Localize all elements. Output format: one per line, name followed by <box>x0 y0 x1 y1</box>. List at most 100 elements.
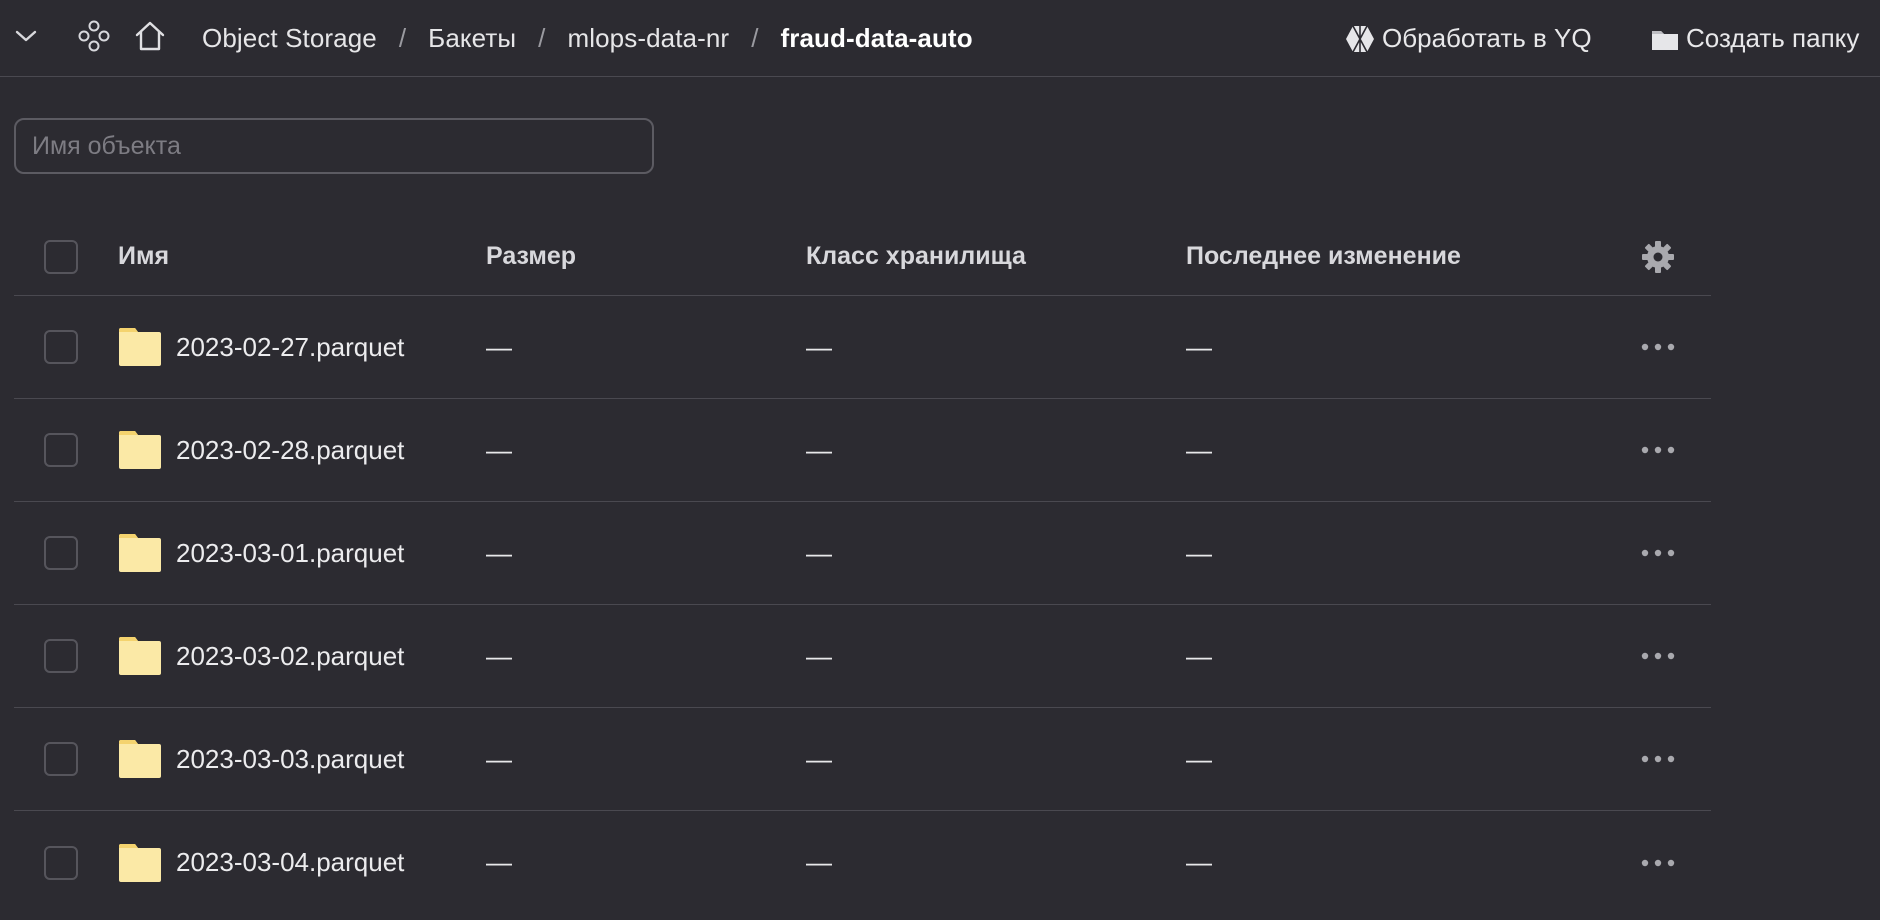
row-checkbox[interactable] <box>44 433 78 467</box>
row-storage-class-value: — <box>806 847 832 877</box>
folder-icon <box>118 430 162 470</box>
row-storage-class: — <box>806 502 832 604</box>
row-size: — <box>486 605 512 707</box>
row-name[interactable]: 2023-03-01.parquet <box>176 538 404 569</box>
gear-icon[interactable] <box>1641 240 1675 274</box>
select-all-checkbox[interactable] <box>44 239 78 274</box>
row-modified: — <box>1186 399 1212 501</box>
folder-icon <box>118 636 162 676</box>
table-row[interactable]: 2023-02-28.parquet — — — <box>14 399 1711 502</box>
row-checkbox[interactable] <box>44 536 78 570</box>
row-modified: — <box>1186 502 1212 604</box>
row-storage-class: — <box>806 811 832 914</box>
row-name-cell[interactable]: 2023-03-03.parquet <box>118 708 404 810</box>
services-icon <box>77 19 111 58</box>
folder-icon <box>118 327 162 367</box>
row-name-cell[interactable]: 2023-03-04.parquet <box>118 811 404 914</box>
table-row[interactable]: 2023-02-27.parquet — — — <box>14 296 1711 399</box>
row-name[interactable]: 2023-03-03.parquet <box>176 744 404 775</box>
row-name[interactable]: 2023-02-27.parquet <box>176 332 404 363</box>
breadcrumb-separator: / <box>751 23 759 53</box>
services-button[interactable] <box>74 0 114 77</box>
breadcrumb-object-storage[interactable]: Object Storage <box>202 23 377 54</box>
home-icon <box>133 19 167 58</box>
row-size-value: — <box>486 537 512 568</box>
more-horizontal-icon[interactable] <box>1641 859 1675 867</box>
row-storage-class: — <box>806 399 832 501</box>
row-name-cell[interactable]: 2023-03-01.parquet <box>118 502 404 604</box>
breadcrumb-bucket[interactable]: mlops-data-nr <box>567 23 729 54</box>
row-modified-value: — <box>1186 743 1212 774</box>
row-modified-value: — <box>1186 434 1212 465</box>
row-checkbox-cell <box>44 708 78 810</box>
objects-table: Имя Размер Класс хранилища Последнее изм… <box>14 218 1711 914</box>
row-size: — <box>486 296 512 398</box>
row-size-value: — <box>486 743 512 774</box>
row-checkbox-cell <box>44 811 78 914</box>
row-size-value: — <box>486 434 512 465</box>
row-checkbox-cell <box>44 502 78 604</box>
row-name-cell[interactable]: 2023-03-02.parquet <box>118 605 404 707</box>
row-size: — <box>486 811 512 914</box>
table-row[interactable]: 2023-03-03.parquet — — — <box>14 708 1711 811</box>
more-horizontal-icon[interactable] <box>1641 549 1675 557</box>
row-modified-value: — <box>1186 331 1212 362</box>
row-name[interactable]: 2023-03-04.parquet <box>176 847 404 878</box>
yq-icon <box>1344 24 1376 54</box>
row-checkbox-cell <box>44 296 78 398</box>
row-checkbox[interactable] <box>44 742 78 776</box>
row-size-value: — <box>486 331 512 362</box>
create-folder-label: Создать папку <box>1686 23 1860 53</box>
row-name[interactable]: 2023-03-02.parquet <box>176 641 404 672</box>
row-menu-cell <box>1628 399 1688 501</box>
row-storage-class: — <box>806 605 832 707</box>
table-settings-cell <box>1628 218 1688 295</box>
row-menu-cell <box>1628 296 1688 398</box>
chevron-down-icon <box>15 29 37 48</box>
row-modified: — <box>1186 605 1212 707</box>
process-in-yq-button[interactable]: Обработать в YQ <box>1344 0 1592 77</box>
breadcrumb: Object Storage / Бакеты / mlops-data-nr … <box>202 0 973 77</box>
home-button[interactable] <box>130 0 170 77</box>
row-name-cell[interactable]: 2023-02-27.parquet <box>118 296 404 398</box>
folder-icon <box>118 843 162 883</box>
collapse-button[interactable] <box>8 0 44 77</box>
table-row[interactable]: 2023-03-02.parquet — — — <box>14 605 1711 708</box>
more-horizontal-icon[interactable] <box>1641 652 1675 660</box>
folder-icon <box>118 739 162 779</box>
table-row[interactable]: 2023-03-04.parquet — — — <box>14 811 1711 914</box>
create-folder-button[interactable]: Создать папку <box>1650 0 1859 77</box>
more-horizontal-icon[interactable] <box>1641 446 1675 454</box>
row-name[interactable]: 2023-02-28.parquet <box>176 435 404 466</box>
more-horizontal-icon[interactable] <box>1641 343 1675 351</box>
row-size: — <box>486 708 512 810</box>
row-modified-value: — <box>1186 640 1212 671</box>
folder-icon <box>118 533 162 573</box>
column-header-storage-class[interactable]: Класс хранилища <box>806 218 1026 295</box>
row-size-value: — <box>486 847 512 877</box>
column-header-modified[interactable]: Последнее изменение <box>1186 218 1461 295</box>
row-menu-cell <box>1628 708 1688 810</box>
row-modified-value: — <box>1186 847 1212 877</box>
object-name-search-input[interactable] <box>14 118 654 174</box>
more-horizontal-icon[interactable] <box>1641 755 1675 763</box>
row-modified-value: — <box>1186 537 1212 568</box>
breadcrumb-buckets[interactable]: Бакеты <box>428 23 516 54</box>
row-storage-class-value: — <box>806 537 832 568</box>
row-name-cell[interactable]: 2023-02-28.parquet <box>118 399 404 501</box>
row-size: — <box>486 399 512 501</box>
row-storage-class-value: — <box>806 434 832 465</box>
row-menu-cell <box>1628 502 1688 604</box>
row-menu-cell <box>1628 811 1688 914</box>
row-checkbox[interactable] <box>44 330 78 364</box>
row-checkbox[interactable] <box>44 845 78 880</box>
select-all-cell <box>44 218 78 295</box>
process-in-yq-label: Обработать в YQ <box>1382 23 1592 53</box>
column-header-size[interactable]: Размер <box>486 218 576 295</box>
row-checkbox[interactable] <box>44 639 78 673</box>
top-bar: Object Storage / Бакеты / mlops-data-nr … <box>0 0 1880 77</box>
row-size: — <box>486 502 512 604</box>
folder-plus-icon <box>1650 26 1680 52</box>
table-row[interactable]: 2023-03-01.parquet — — — <box>14 502 1711 605</box>
column-header-name[interactable]: Имя <box>118 218 169 295</box>
